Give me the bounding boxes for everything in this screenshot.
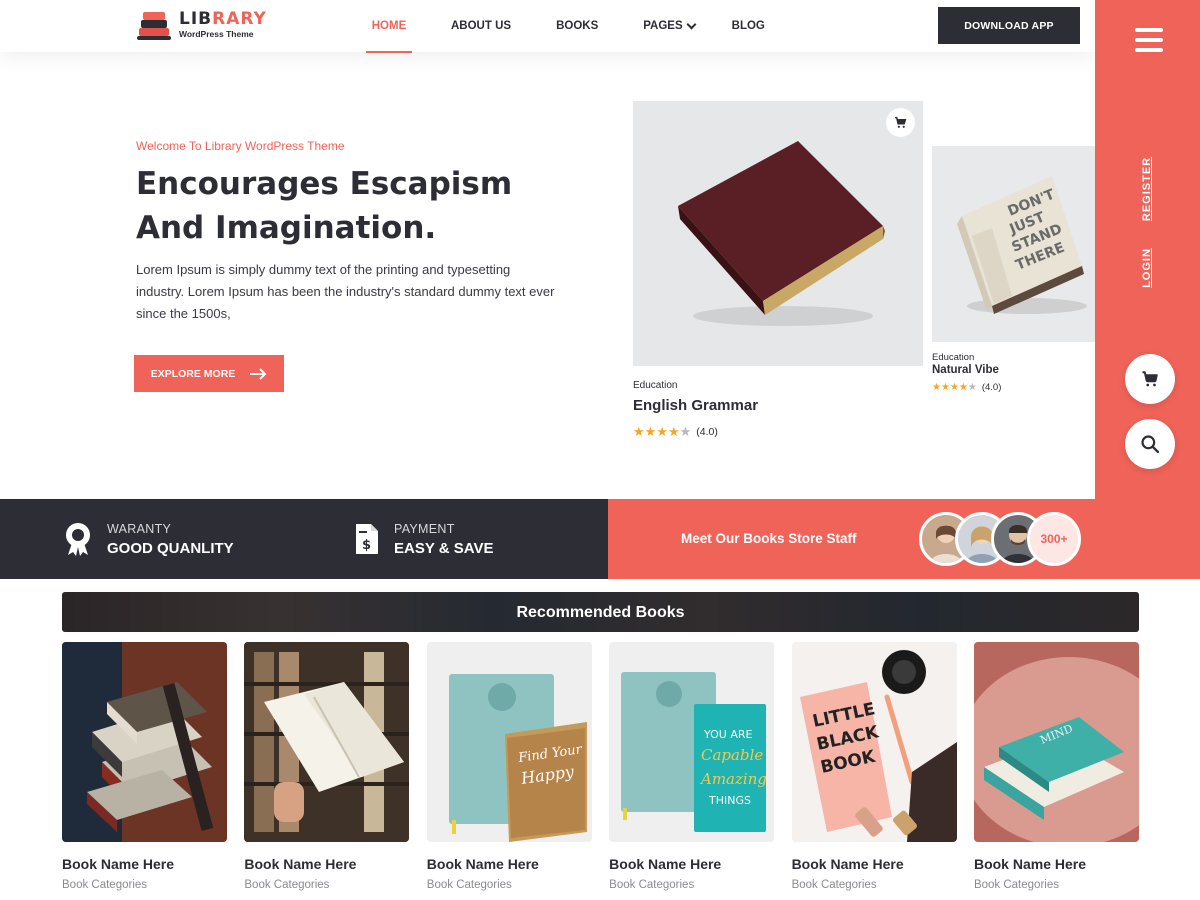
book-cover-image[interactable]: YOU ARE Capable Amazing THINGS <box>609 642 775 842</box>
arrow-right-icon <box>249 367 267 380</box>
book-card[interactable]: LITTLE BLACK BOOK Book Name Here Book Ca… <box>791 642 957 891</box>
book-category[interactable]: Book Categories <box>792 879 957 891</box>
product-category: Education <box>932 352 975 363</box>
features-bar: WARANTY GOOD QUANLITY $ PAYMENT EASY & S… <box>0 499 608 579</box>
book-name[interactable]: Book Name Here <box>792 856 957 872</box>
logo-subtitle: WordPress Theme <box>179 29 254 40</box>
hero-title: Encourages Escapism And Imagination. <box>136 166 513 246</box>
download-app-button[interactable]: DOWNLOAD APP <box>938 7 1080 44</box>
book-name[interactable]: Book Name Here <box>62 856 227 872</box>
star-rating-icons: ★ ★ ★ ★ ★ <box>633 424 692 439</box>
books-logo-icon <box>137 8 171 42</box>
feature-warranty: WARANTY GOOD QUANLITY <box>63 499 234 579</box>
site-logo[interactable]: LIBRARY WordPress Theme <box>137 8 267 42</box>
product-category: Education <box>633 380 678 391</box>
login-link[interactable]: LOGIN <box>1141 233 1153 303</box>
book-name[interactable]: Book Name Here <box>427 856 592 872</box>
book-name[interactable]: Book Name Here <box>974 856 1139 872</box>
book-cover-image[interactable]: MIND <box>973 642 1139 842</box>
book-cover-image[interactable]: Find Your Happy <box>426 642 592 842</box>
book-name[interactable]: Book Name Here <box>609 856 774 872</box>
book-category[interactable]: Book Categories <box>974 879 1139 891</box>
nav-books[interactable]: BOOKS <box>556 0 598 52</box>
side-panel: REGISTER LOGIN <box>1095 0 1200 578</box>
nav-home[interactable]: HOME <box>366 0 412 53</box>
product-name[interactable]: Natural Vibe <box>932 364 999 376</box>
product-image-natural-vibe[interactable]: DON'T JUST STAND THERE <box>932 146 1095 342</box>
product-image-english-grammar[interactable] <box>633 101 923 366</box>
book-card[interactable]: Find Your Happy Book Name Here Book Cate… <box>426 642 592 891</box>
hero-subtitle: Welcome To Library WordPress Theme <box>136 139 345 153</box>
explore-more-button[interactable]: EXPLORE MORE <box>134 355 284 392</box>
recommended-books-list: Book Name Here Book Categories Book Name… <box>62 642 1139 891</box>
chevron-down-icon <box>686 19 697 29</box>
feature-payment: $ PAYMENT EASY & SAVE <box>354 499 493 579</box>
product-rating: ★ ★ ★ ★ ★ (4.0) <box>932 382 1002 393</box>
book-category[interactable]: Book Categories <box>244 879 409 891</box>
add-to-cart-button[interactable] <box>886 108 915 137</box>
book-category[interactable]: Book Categories <box>427 879 592 891</box>
book-name[interactable]: Book Name Here <box>244 856 409 872</box>
recommended-banner: Recommended Books <box>62 592 1139 632</box>
book-card[interactable]: Book Name Here Book Categories <box>62 642 227 891</box>
book-card[interactable]: MIND Book Name Here Book Categories <box>973 642 1139 891</box>
payment-document-icon: $ <box>356 524 378 554</box>
logo-title: LIBRARY <box>179 9 267 30</box>
star-rating-icons: ★ ★ ★ ★ ★ <box>932 382 977 393</box>
book-cover-image[interactable] <box>244 642 410 842</box>
search-button[interactable] <box>1125 419 1175 469</box>
cart-button[interactable] <box>1125 354 1175 404</box>
svg-text:Amazing: Amazing <box>699 770 767 788</box>
book-card[interactable]: YOU ARE Capable Amazing THINGS Book Name… <box>609 642 775 891</box>
nav-pages[interactable]: PAGES <box>643 0 697 52</box>
hero-description: Lorem Ipsum is simply dummy text of the … <box>136 262 555 321</box>
product-rating: ★ ★ ★ ★ ★ (4.0) <box>633 424 718 439</box>
book-category[interactable]: Book Categories <box>62 879 227 891</box>
book-cover-image[interactable]: LITTLE BLACK BOOK <box>791 642 957 842</box>
svg-text:THINGS: THINGS <box>708 794 751 807</box>
staff-avatars[interactable]: 300+ <box>919 512 1081 566</box>
book-cover-image[interactable] <box>62 642 227 842</box>
book-card[interactable]: Book Name Here Book Categories <box>244 642 410 891</box>
svg-text:Capable: Capable <box>701 746 763 764</box>
main-nav: HOME ABOUT US BOOKS PAGES BLOG <box>366 0 765 53</box>
product-name[interactable]: English Grammar <box>633 397 758 414</box>
nav-blog[interactable]: BLOG <box>732 0 765 52</box>
book-category[interactable]: Book Categories <box>609 879 774 891</box>
site-header: LIBRARY WordPress Theme HOME ABOUT US BO… <box>0 0 1095 53</box>
svg-text:$: $ <box>362 538 371 553</box>
register-link[interactable]: REGISTER <box>1141 154 1153 224</box>
nav-about-us[interactable]: ABOUT US <box>451 0 511 52</box>
svg-text:YOU ARE: YOU ARE <box>703 728 752 741</box>
cart-icon <box>895 116 907 128</box>
staff-count-badge: 300+ <box>1027 512 1081 566</box>
award-icon <box>66 523 90 556</box>
hamburger-icon[interactable] <box>1135 28 1163 52</box>
search-icon <box>1141 435 1160 454</box>
recommended-title: Recommended Books <box>516 604 685 621</box>
cart-icon <box>1142 371 1158 387</box>
staff-heading: Meet Our Books Store Staff <box>681 531 857 546</box>
